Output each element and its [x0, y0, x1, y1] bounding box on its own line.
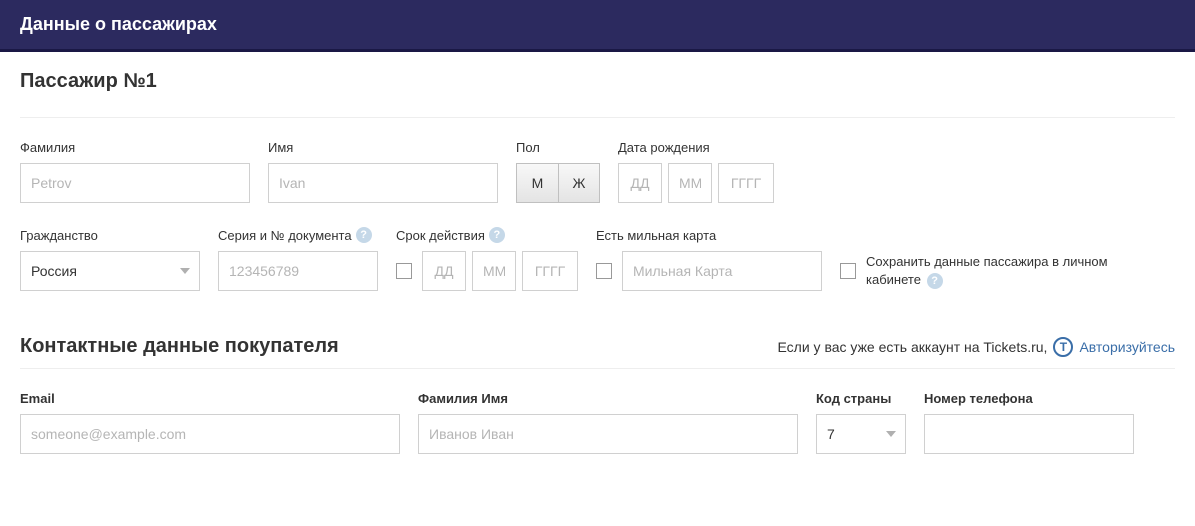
phone-label: Номер телефона [924, 391, 1134, 406]
chevron-down-icon [180, 268, 190, 274]
citizenship-value: Россия [31, 263, 77, 279]
expiry-date-group [422, 251, 578, 291]
contact-section: Контактные данные покупателя Если у вас … [0, 325, 1195, 488]
expiry-month-input[interactable] [472, 251, 516, 291]
docnum-label: Серия и № документа ? [218, 227, 378, 243]
gender-field: Пол М Ж [516, 140, 600, 203]
miles-field: Есть мильная карта [596, 228, 822, 291]
chevron-down-icon [886, 431, 896, 437]
dob-year-input[interactable] [718, 163, 774, 203]
save-passenger-checkbox[interactable] [840, 263, 856, 279]
fullname-input[interactable] [418, 414, 798, 454]
dob-month-input[interactable] [668, 163, 712, 203]
docnum-input[interactable] [218, 251, 378, 291]
passenger-row-2: Гражданство Россия Серия и № документа ?… [20, 227, 1175, 291]
phone-input[interactable] [924, 414, 1134, 454]
auth-prompt: Если у вас уже есть аккаунт на Tickets.r… [778, 337, 1176, 367]
docnum-label-text: Серия и № документа [218, 228, 352, 243]
citizenship-label: Гражданство [20, 228, 200, 243]
miles-label: Есть мильная карта [596, 228, 822, 243]
help-icon[interactable]: ? [927, 273, 943, 289]
dob-day-input[interactable] [618, 163, 662, 203]
header-title: Данные о пассажирах [20, 14, 217, 34]
expiry-checkbox[interactable] [396, 263, 412, 279]
fullname-field: Фамилия Имя [418, 391, 798, 454]
country-code-value: 7 [827, 426, 835, 442]
email-input[interactable] [20, 414, 400, 454]
expiry-year-input[interactable] [522, 251, 578, 291]
lastname-label: Фамилия [20, 140, 250, 155]
lastname-field: Фамилия [20, 140, 250, 203]
dob-field: Дата рождения [618, 140, 774, 203]
docnum-field: Серия и № документа ? [218, 227, 378, 291]
miles-input[interactable] [622, 251, 822, 291]
gender-label: Пол [516, 140, 600, 155]
gender-male-button[interactable]: М [516, 163, 558, 203]
country-code-select-wrap: 7 [816, 414, 906, 454]
passenger-row-1: Фамилия Имя Пол М Ж Дата рождения [20, 140, 1175, 203]
save-passenger-label-text: Сохранить данные пассажира в личном каби… [866, 254, 1108, 287]
help-icon[interactable]: ? [489, 227, 505, 243]
expiry-field: Срок действия ? [396, 227, 578, 291]
citizenship-select-wrap: Россия [20, 251, 200, 291]
divider [20, 117, 1175, 118]
save-passenger-wrap: Сохранить данные пассажира в личном каби… [840, 251, 1120, 291]
expiry-group [396, 251, 578, 291]
expiry-label-text: Срок действия [396, 228, 485, 243]
miles-checkbox[interactable] [596, 263, 612, 279]
expiry-label: Срок действия ? [396, 227, 578, 243]
firstname-label: Имя [268, 140, 498, 155]
citizenship-field: Гражданство Россия [20, 228, 200, 291]
miles-group [596, 251, 822, 291]
contact-title-row: Контактные данные покупателя Если у вас … [20, 335, 1175, 369]
country-code-label: Код страны [816, 391, 906, 406]
fullname-label: Фамилия Имя [418, 391, 798, 406]
email-field: Email [20, 391, 400, 454]
country-code-field: Код страны 7 [816, 391, 906, 454]
auth-prompt-text: Если у вас уже есть аккаунт на Tickets.r… [778, 339, 1048, 355]
passengers-header: Данные о пассажирах [0, 0, 1195, 52]
passenger-section: Пассажир №1 Фамилия Имя Пол М Ж Дата рож… [0, 52, 1195, 325]
lastname-input[interactable] [20, 163, 250, 203]
save-passenger-label: Сохранить данные пассажира в личном каби… [866, 253, 1120, 290]
passenger-title: Пассажир №1 [20, 70, 1175, 93]
email-label: Email [20, 391, 400, 406]
contact-row: Email Фамилия Имя Код страны 7 Номер тел… [20, 391, 1175, 454]
citizenship-select[interactable]: Россия [20, 251, 200, 291]
help-icon[interactable]: ? [356, 227, 372, 243]
tickets-icon: Т [1053, 337, 1073, 357]
dob-label: Дата рождения [618, 140, 774, 155]
dob-group [618, 163, 774, 203]
phone-field: Номер телефона [924, 391, 1134, 454]
contact-title: Контактные данные покупателя [20, 335, 339, 358]
firstname-field: Имя [268, 140, 498, 203]
gender-group: М Ж [516, 163, 600, 203]
firstname-input[interactable] [268, 163, 498, 203]
gender-female-button[interactable]: Ж [558, 163, 600, 203]
auth-link[interactable]: Авторизуйтесь [1079, 339, 1175, 355]
expiry-day-input[interactable] [422, 251, 466, 291]
